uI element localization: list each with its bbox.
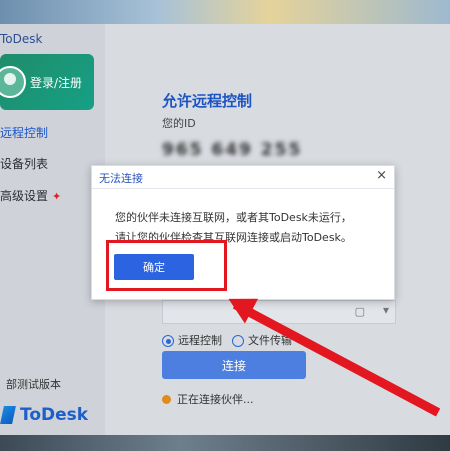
annotation-highlight-box xyxy=(106,240,227,291)
radio-label: 远程控制 xyxy=(178,334,222,347)
history-icon[interactable]: ▢ xyxy=(355,305,365,318)
sidebar-item-label: 高级设置 xyxy=(0,189,49,203)
todesk-logo: ToDesk xyxy=(0,402,89,428)
app-title: ToDesk xyxy=(0,32,43,46)
mode-radio-group: 远程控制 文件传输 xyxy=(162,332,292,348)
radio-remote-control[interactable]: 远程控制 xyxy=(162,332,222,348)
sidebar-item-remote-control[interactable]: 远程控制 xyxy=(0,124,48,141)
beta-version-label: 部测试版本 xyxy=(6,378,61,391)
sidebar-item-advanced-settings[interactable]: 高级设置 ✦ xyxy=(0,187,61,204)
avatar-icon xyxy=(0,66,26,98)
chevron-down-icon[interactable]: ▾ xyxy=(383,303,389,317)
page-title: 允许远程控制 xyxy=(162,92,253,110)
dialog-header: 无法连接 × xyxy=(92,166,394,189)
close-icon[interactable]: × xyxy=(376,168,387,183)
connection-status: 正在连接伙伴... xyxy=(162,391,254,407)
sidebar-item-device-list[interactable]: 设备列表 xyxy=(0,155,48,172)
dialog-title: 无法连接 xyxy=(99,172,143,185)
radio-selected-icon xyxy=(162,335,174,347)
id-label: 您的ID xyxy=(162,117,196,130)
radio-unselected-icon xyxy=(232,335,244,347)
dialog-message-line: 您的伙伴未连接互联网，或者其ToDesk未运行， xyxy=(115,211,352,224)
todesk-logo-icon xyxy=(0,406,16,424)
logo-text: ToDesk xyxy=(20,405,89,425)
update-indicator-icon: ✦ xyxy=(52,190,62,203)
login-card[interactable]: 登录/注册 xyxy=(0,54,94,110)
device-id-value: 965 649 255 xyxy=(162,140,303,160)
login-register-label: 登录/注册 xyxy=(30,76,83,90)
status-text: 正在连接伙伴... xyxy=(177,393,254,406)
connect-button[interactable]: 连接 xyxy=(162,351,306,379)
desktop-background-bottom xyxy=(0,435,450,451)
partner-id-input[interactable]: ▢ ▾ xyxy=(162,300,396,324)
status-dot-icon xyxy=(162,394,171,404)
sidebar: ToDesk 登录/注册 远程控制 设备列表 高级设置 ✦ 部测试版本 ToDes… xyxy=(0,24,105,436)
